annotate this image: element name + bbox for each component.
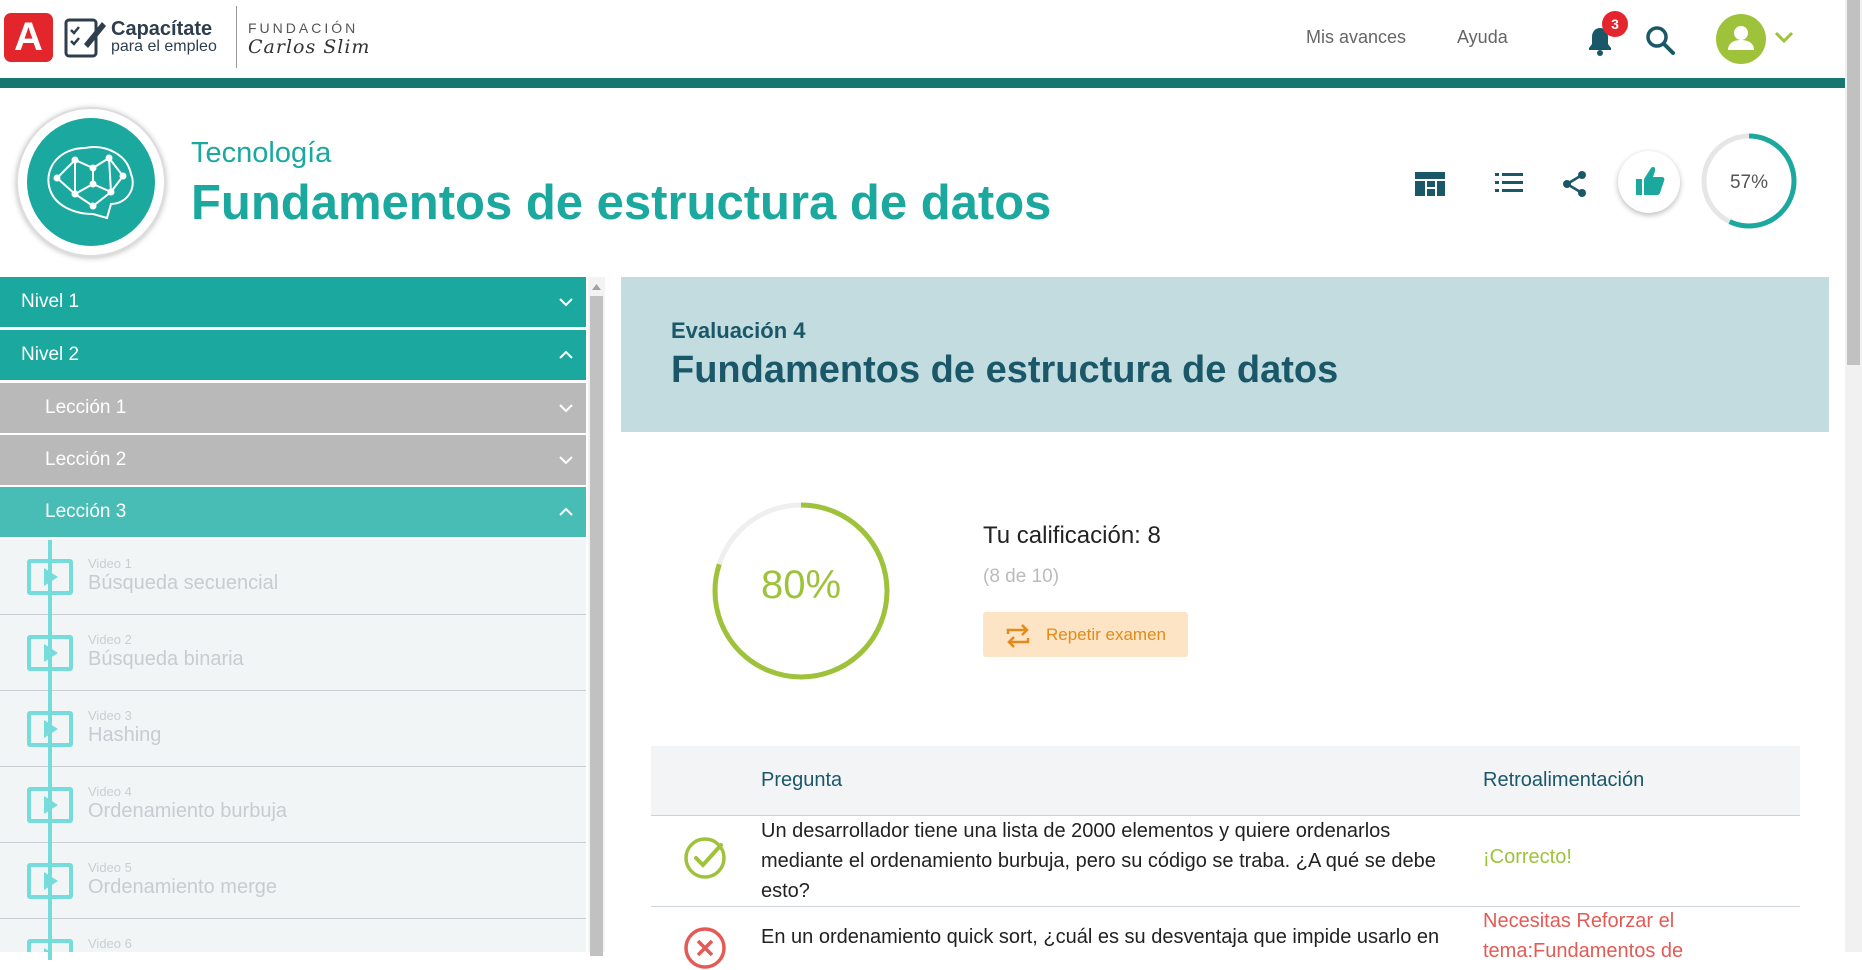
grade-detail: (8 de 10) — [983, 566, 1060, 587]
sidebar-video-item[interactable]: Video 3 Hashing — [0, 691, 586, 767]
feedback-text: Necesitas Reforzar el tema:Fundamentos d… — [1483, 910, 1684, 962]
sidebar-lesson-2[interactable]: Lección 2 — [0, 435, 586, 485]
repeat-icon — [1006, 624, 1030, 648]
logo-a-icon[interactable]: A — [4, 13, 53, 62]
course-progress-text: 57% — [1729, 172, 1769, 193]
lesson-label: Lección 3 — [45, 501, 127, 522]
sidebar-level-1[interactable]: Nivel 1 — [0, 277, 586, 327]
sidebar-lesson-1[interactable]: Lección 1 — [0, 383, 586, 433]
dashboard-icon[interactable] — [1414, 171, 1446, 197]
sidebar-video-item[interactable]: Video 2 Búsqueda binaria — [0, 615, 586, 691]
user-avatar[interactable] — [1716, 14, 1766, 64]
foundation-name: Carlos Slim — [248, 36, 371, 58]
video-number: Video 4 — [88, 784, 132, 799]
logo-divider — [236, 6, 237, 68]
question-text: Un desarrollador tiene una lista de 2000… — [761, 820, 1436, 902]
sidebar-scrollbar-thumb[interactable] — [590, 296, 603, 956]
notification-badge: 3 — [1602, 11, 1628, 37]
video-title: Hashing — [88, 724, 162, 746]
chevron-down-icon — [559, 404, 573, 413]
brand-subtitle: para el empleo — [111, 38, 217, 55]
video-title: Búsqueda secuencial — [88, 572, 279, 594]
video-number: Video 5 — [88, 860, 132, 875]
lesson-label: Lección 2 — [45, 449, 127, 470]
video-title: Ordenamiento burbuja — [88, 800, 288, 822]
sidebar-lesson-3[interactable]: Lección 3 — [0, 487, 586, 537]
scroll-up-arrow-icon[interactable] — [591, 283, 602, 291]
question-text: En un ordenamiento quick sort, ¿cuál es … — [761, 926, 1440, 948]
chevron-down-icon — [559, 456, 573, 465]
foundation-label: FUNDACIÓN — [248, 20, 359, 36]
search-icon[interactable] — [1644, 24, 1676, 56]
retry-exam-label[interactable]: Repetir examen — [1046, 625, 1166, 645]
sidebar-video-item[interactable]: Video 5 Ordenamiento merge — [0, 843, 586, 919]
score-percentage: 80% — [760, 563, 842, 607]
nav-my-progress-link[interactable]: Mis avances — [1306, 27, 1406, 48]
list-icon[interactable] — [1495, 171, 1523, 195]
grade-label: Tu calificación: 8 — [983, 522, 1161, 549]
chevron-up-icon — [559, 350, 573, 359]
video-number: Video 1 — [88, 556, 132, 571]
sidebar-video-item[interactable]: Video 1 Búsqueda secuencial — [0, 539, 586, 615]
chevron-down-icon — [559, 298, 573, 307]
video-number: Video 3 — [88, 708, 132, 723]
video-timeline-line — [48, 540, 52, 960]
evaluation-label: Evaluación 4 — [671, 318, 806, 343]
level-label: Nivel 1 — [21, 291, 80, 312]
check-circle-icon — [684, 837, 726, 879]
video-number: Video 2 — [88, 632, 132, 647]
video-number: Video 6 — [88, 936, 132, 951]
sidebar-video-item[interactable]: Video 4 Ordenamiento burbuja — [0, 767, 586, 843]
chevron-up-icon — [559, 507, 573, 516]
nav-help-link[interactable]: Ayuda — [1457, 27, 1508, 48]
course-badge — [27, 118, 155, 246]
top-navbar: A Capacítate para el empleo FUNDACIÓN Ca… — [0, 0, 1845, 78]
x-circle-icon — [684, 927, 726, 969]
page-scrollbar-thumb[interactable] — [1847, 0, 1860, 365]
sidebar-video-item[interactable]: Video 6 — [0, 919, 586, 952]
sidebar-level-2[interactable]: Nivel 2 — [0, 330, 586, 380]
thumbs-up-icon — [1636, 167, 1665, 195]
course-title: Fundamentos de estructura de datos — [191, 176, 1052, 230]
user-icon — [1728, 26, 1754, 50]
chevron-down-icon[interactable] — [1774, 30, 1794, 44]
video-title: Ordenamiento merge — [88, 876, 277, 898]
evaluation-title: Fundamentos de estructura de datos — [671, 349, 1339, 391]
clipboard-logo-icon — [64, 18, 106, 58]
column-header-feedback: Retroalimentación — [1483, 769, 1645, 791]
column-header-question: Pregunta — [761, 769, 843, 791]
course-category: Tecnología — [191, 137, 332, 169]
lesson-label: Lección 1 — [45, 397, 127, 418]
header-stripe — [0, 78, 1845, 88]
course-sidebar: Nivel 1 Nivel 2 Lección 1 Lección 2 Lecc… — [0, 277, 586, 952]
brand-title: Capacítate — [111, 18, 213, 40]
feedback-text: ¡Correcto! — [1483, 846, 1572, 868]
level-label: Nivel 2 — [21, 344, 80, 365]
video-title: Búsqueda binaria — [88, 648, 244, 670]
share-icon[interactable] — [1562, 170, 1588, 198]
like-button[interactable] — [1618, 151, 1680, 213]
brain-network-icon — [47, 146, 134, 220]
